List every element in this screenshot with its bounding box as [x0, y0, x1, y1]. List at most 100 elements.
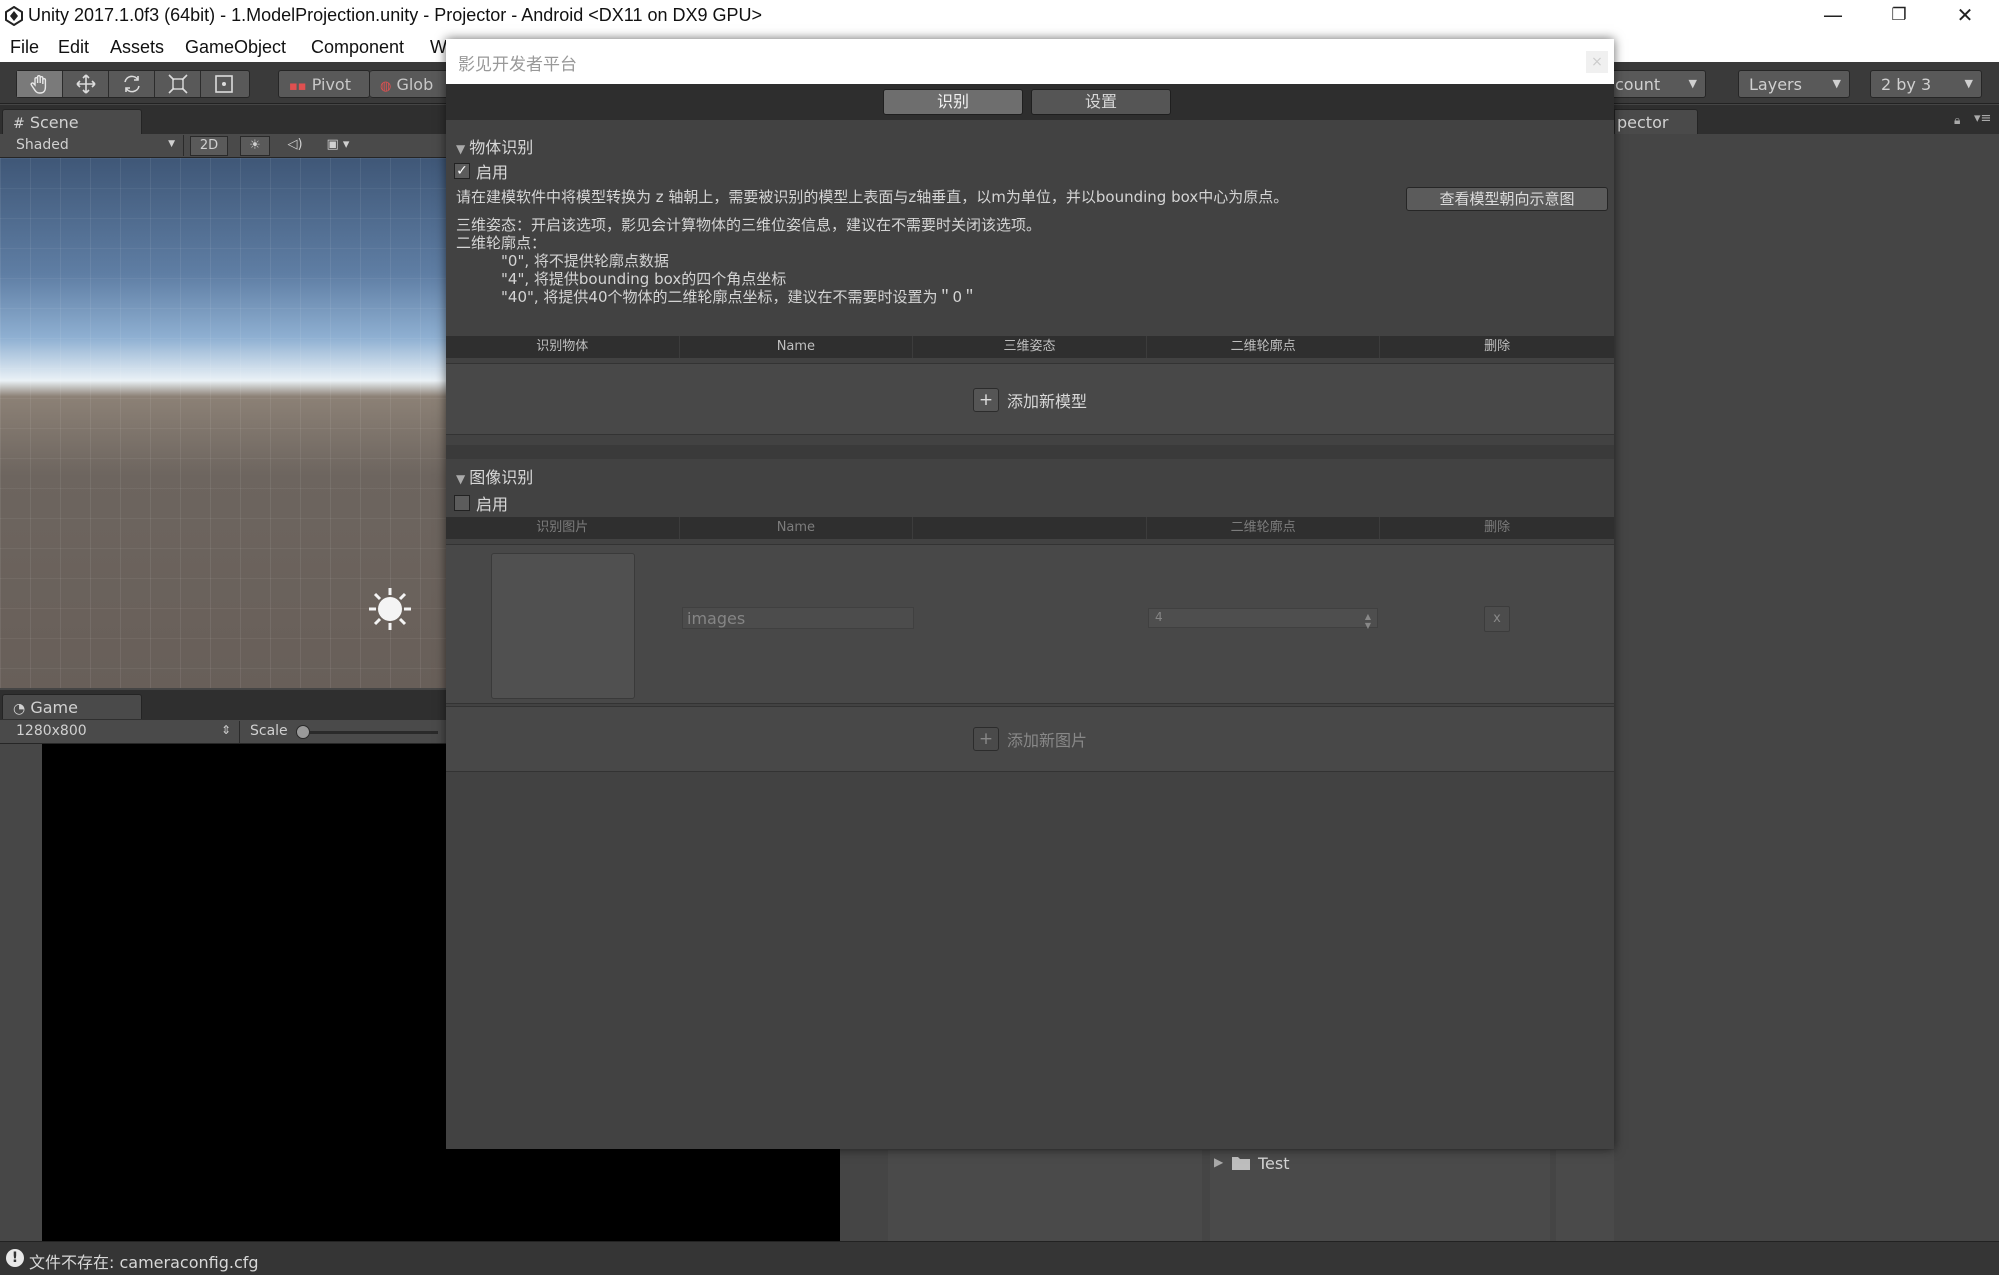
chevron-down-icon: ▼ — [168, 139, 175, 149]
chevron-down-icon: ▼ — [1964, 77, 1973, 90]
rect-transform-icon — [215, 75, 233, 93]
contour-points-select[interactable]: 4 ▲ ▼ — [1148, 608, 1378, 630]
column-header — [913, 517, 1147, 539]
global-label: Glob — [396, 75, 434, 94]
dialog-tabs: 识别 设置 — [446, 84, 1614, 120]
layout-dropdown[interactable]: 2 by 3 ▼ — [1870, 70, 1982, 98]
inspector-panel — [1614, 134, 1999, 1241]
stepper-icon: ▲ ▼ — [1364, 612, 1371, 630]
layers-dropdown[interactable]: Layers ▼ — [1738, 70, 1850, 98]
global-toggle[interactable]: ◍ Glob — [370, 70, 450, 98]
tab-settings[interactable]: 设置 — [1031, 89, 1171, 115]
chevron-down-icon: ▼ — [1832, 77, 1841, 90]
add-image-button[interactable]: + 添加新图片 — [446, 726, 1614, 752]
plus-icon: + — [972, 388, 999, 412]
image-thumbnail-slot[interactable] — [491, 553, 635, 699]
inspector-tabbar: pector 🔒︎ ▾≡ — [1614, 105, 1999, 134]
menu-gameobject[interactable]: GameObject — [185, 37, 286, 58]
menu-file[interactable]: File — [10, 37, 39, 58]
column-header: 删除 — [1484, 520, 1511, 535]
move-tool-button[interactable] — [63, 71, 109, 97]
chevron-down-icon: ▼ — [1688, 77, 1697, 90]
menu-edit[interactable]: Edit — [58, 37, 89, 58]
global-icon: ◍ — [380, 79, 392, 94]
column-header: 二维轮廓点 — [1147, 336, 1381, 358]
stepper-icon: ⇕ — [220, 723, 231, 737]
image-effects-icon: ▣ ▾ — [326, 137, 350, 152]
contour-option-40: "40", 将提供40个物体的二维轮廓点坐标，建议在不需要时设置为＂0＂ — [501, 288, 978, 306]
column-header: 识别图片 — [446, 517, 680, 539]
mode-2d-button[interactable]: 2D — [190, 136, 228, 156]
resolution-dropdown[interactable]: 1280x800 ⇕ — [4, 721, 240, 743]
scale-icon — [167, 74, 188, 94]
unity-logo-icon — [5, 6, 23, 26]
effects-dropdown[interactable]: ▣ ▾ — [318, 136, 358, 156]
delete-image-button[interactable]: x — [1484, 606, 1510, 632]
image-enable-checkbox[interactable] — [454, 495, 470, 511]
panel-menu-icon[interactable]: ▾≡ — [1974, 111, 1991, 126]
project-folder-row[interactable]: ▶ Test — [1210, 1150, 1550, 1241]
close-window-button[interactable]: ✕ — [1932, 0, 1998, 33]
rotate-icon — [123, 75, 140, 93]
image-name-field[interactable]: images — [682, 607, 914, 629]
expand-triangle-icon: ▼ — [456, 142, 466, 156]
scale-slider-handle[interactable] — [296, 725, 310, 739]
hand-icon — [30, 75, 46, 94]
window-titlebar: Unity 2017.1.0f3 (64bit) - 1.ModelProjec… — [0, 0, 1999, 33]
tab-recognition[interactable]: 识别 — [883, 89, 1023, 115]
game-tabbar: ◔ Game — [0, 690, 446, 720]
audio-toggle[interactable]: ◁) — [280, 136, 310, 156]
lock-icon[interactable]: 🔒︎ — [1954, 113, 1960, 128]
image-enable-row[interactable]: 启用 — [454, 491, 508, 515]
expand-arrow-icon[interactable]: ▶ — [1214, 1155, 1223, 1169]
hand-tool-button[interactable] — [17, 71, 63, 97]
folder-name: Test — [1258, 1154, 1290, 1173]
tab-inspector[interactable]: pector — [1614, 109, 1698, 134]
shading-mode-label: Shaded — [16, 137, 69, 153]
view-orientation-button[interactable]: 查看模型朝向示意图 — [1406, 187, 1608, 211]
contour-title: 二维轮廓点： — [456, 234, 547, 252]
project-assets-panel — [1556, 1150, 1614, 1241]
object-section-title: 物体识别 — [469, 138, 534, 157]
object-section-header[interactable]: ▼ 物体识别 — [456, 134, 533, 158]
folder-icon — [1232, 1157, 1250, 1170]
tab-game[interactable]: ◔ Game — [2, 694, 142, 719]
dialog-titlebar: 影见开发者平台 × — [446, 39, 1614, 84]
shading-mode-dropdown[interactable]: Shaded ▼ — [4, 135, 184, 156]
game-tab-label: Game — [30, 698, 78, 717]
object-enable-row[interactable]: ✓ 启用 — [454, 159, 508, 183]
lighting-toggle[interactable]: ☀ — [240, 136, 270, 156]
menu-component[interactable]: Component — [311, 37, 404, 58]
expand-triangle-icon: ▼ — [456, 472, 466, 486]
info-icon: ! — [6, 1249, 24, 1267]
add-image-label: 添加新图片 — [1006, 731, 1087, 750]
scene-control-bar: Shaded ▼ 2D ☀ ◁) ▣ ▾ — [0, 134, 446, 158]
add-model-button[interactable]: + 添加新模型 — [446, 387, 1614, 413]
contour-option-0: "0", 将不提供轮廓点数据 — [501, 252, 669, 270]
account-dropdown[interactable]: count ▼ — [1600, 70, 1706, 98]
image-section-header[interactable]: ▼ 图像识别 — [456, 464, 533, 488]
menu-window[interactable]: W — [430, 37, 447, 58]
object-table-header: 识别物体 Name 三维姿态 二维轮廓点 删除 — [446, 336, 1614, 358]
scale-slider-track[interactable] — [300, 731, 438, 734]
rect-tool-button[interactable] — [201, 71, 247, 97]
minimize-button[interactable]: — — [1800, 0, 1866, 33]
image-table-header: 识别图片 Name 二维轮廓点 删除 — [446, 517, 1614, 539]
tab-scene[interactable]: # Scene — [2, 109, 142, 134]
scene-viewport[interactable] — [0, 158, 446, 688]
pivot-icon: ▪▪ — [289, 79, 307, 94]
dialog-close-button[interactable]: × — [1586, 51, 1608, 73]
contour-option-4: "4", 将提供bounding box的四个角点坐标 — [501, 270, 787, 288]
menu-assets[interactable]: Assets — [110, 37, 164, 58]
object-enable-checkbox[interactable]: ✓ — [454, 163, 470, 179]
scene-tab-label: Scene — [29, 113, 79, 132]
pivot-toggle[interactable]: ▪▪ Pivot — [278, 70, 370, 98]
column-header: 删除 — [1484, 339, 1511, 354]
status-bar[interactable]: ! 文件不存在: cameraconfig.cfg — [0, 1241, 1999, 1275]
project-tree-panel — [888, 1150, 1202, 1241]
restore-button[interactable]: ❐ — [1866, 0, 1932, 33]
scale-tool-button[interactable] — [155, 71, 201, 97]
column-header: Name — [680, 336, 914, 358]
add-model-label: 添加新模型 — [1006, 392, 1087, 411]
rotate-tool-button[interactable] — [109, 71, 155, 97]
